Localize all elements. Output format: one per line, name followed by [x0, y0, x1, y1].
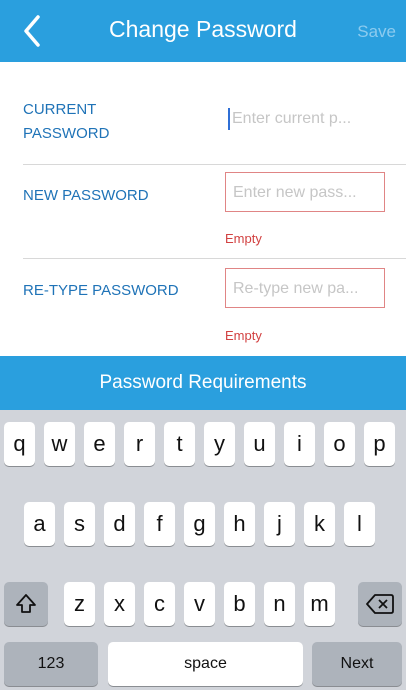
retype-password-error: Empty [225, 328, 262, 343]
password-form: CURRENT PASSWORD NEW PASSWORD Empty RE-T… [0, 62, 406, 356]
divider [23, 164, 406, 165]
key-j[interactable]: j [264, 502, 295, 546]
current-password-label-line1: CURRENT [23, 101, 97, 118]
key-c[interactable]: c [144, 582, 175, 626]
shift-key[interactable] [4, 582, 48, 626]
key-o[interactable]: o [324, 422, 355, 466]
current-password-label: CURRENT PASSWORD [23, 98, 109, 146]
retype-password-label: RE-TYPE PASSWORD [23, 282, 179, 299]
key-g[interactable]: g [184, 502, 215, 546]
next-key[interactable]: Next [312, 642, 402, 686]
key-l[interactable]: l [344, 502, 375, 546]
retype-password-field[interactable] [225, 268, 385, 308]
key-h[interactable]: h [224, 502, 255, 546]
key-n[interactable]: n [264, 582, 295, 626]
key-s[interactable]: s [64, 502, 95, 546]
backspace-icon [366, 594, 394, 614]
key-a[interactable]: a [24, 502, 55, 546]
key-b[interactable]: b [224, 582, 255, 626]
divider [23, 258, 406, 259]
new-password-input[interactable] [231, 174, 383, 212]
current-password-field[interactable] [225, 99, 385, 139]
shift-icon [16, 594, 36, 613]
key-u[interactable]: u [244, 422, 275, 466]
password-requirements-button[interactable]: Password Requirements [0, 356, 406, 410]
delete-key[interactable] [358, 582, 402, 626]
key-m[interactable]: m [304, 582, 335, 626]
key-r[interactable]: r [124, 422, 155, 466]
key-k[interactable]: k [304, 502, 335, 546]
key-d[interactable]: d [104, 502, 135, 546]
key-f[interactable]: f [144, 502, 175, 546]
key-v[interactable]: v [184, 582, 215, 626]
key-e[interactable]: e [84, 422, 115, 466]
key-z[interactable]: z [64, 582, 95, 626]
key-w[interactable]: w [44, 422, 75, 466]
retype-password-input[interactable] [231, 270, 383, 308]
numbers-key[interactable]: 123 [4, 642, 98, 686]
new-password-label: NEW PASSWORD [23, 187, 149, 204]
key-t[interactable]: t [164, 422, 195, 466]
key-i[interactable]: i [284, 422, 315, 466]
key-y[interactable]: y [204, 422, 235, 466]
keyboard: qwertyuiop asdfghjkl zxcvbnm 123 space N… [0, 410, 406, 690]
page-title: Change Password [109, 16, 297, 42]
nav-bar: Change Password Save [0, 0, 406, 62]
save-button[interactable]: Save [357, 22, 396, 42]
key-x[interactable]: x [104, 582, 135, 626]
new-password-field[interactable] [225, 172, 385, 212]
current-password-input[interactable] [230, 100, 382, 138]
space-key[interactable]: space [108, 642, 303, 686]
key-q[interactable]: q [4, 422, 35, 466]
new-password-error: Empty [225, 231, 262, 246]
text-cursor [228, 108, 230, 130]
current-password-label-line2: PASSWORD [23, 125, 110, 142]
key-p[interactable]: p [364, 422, 395, 466]
